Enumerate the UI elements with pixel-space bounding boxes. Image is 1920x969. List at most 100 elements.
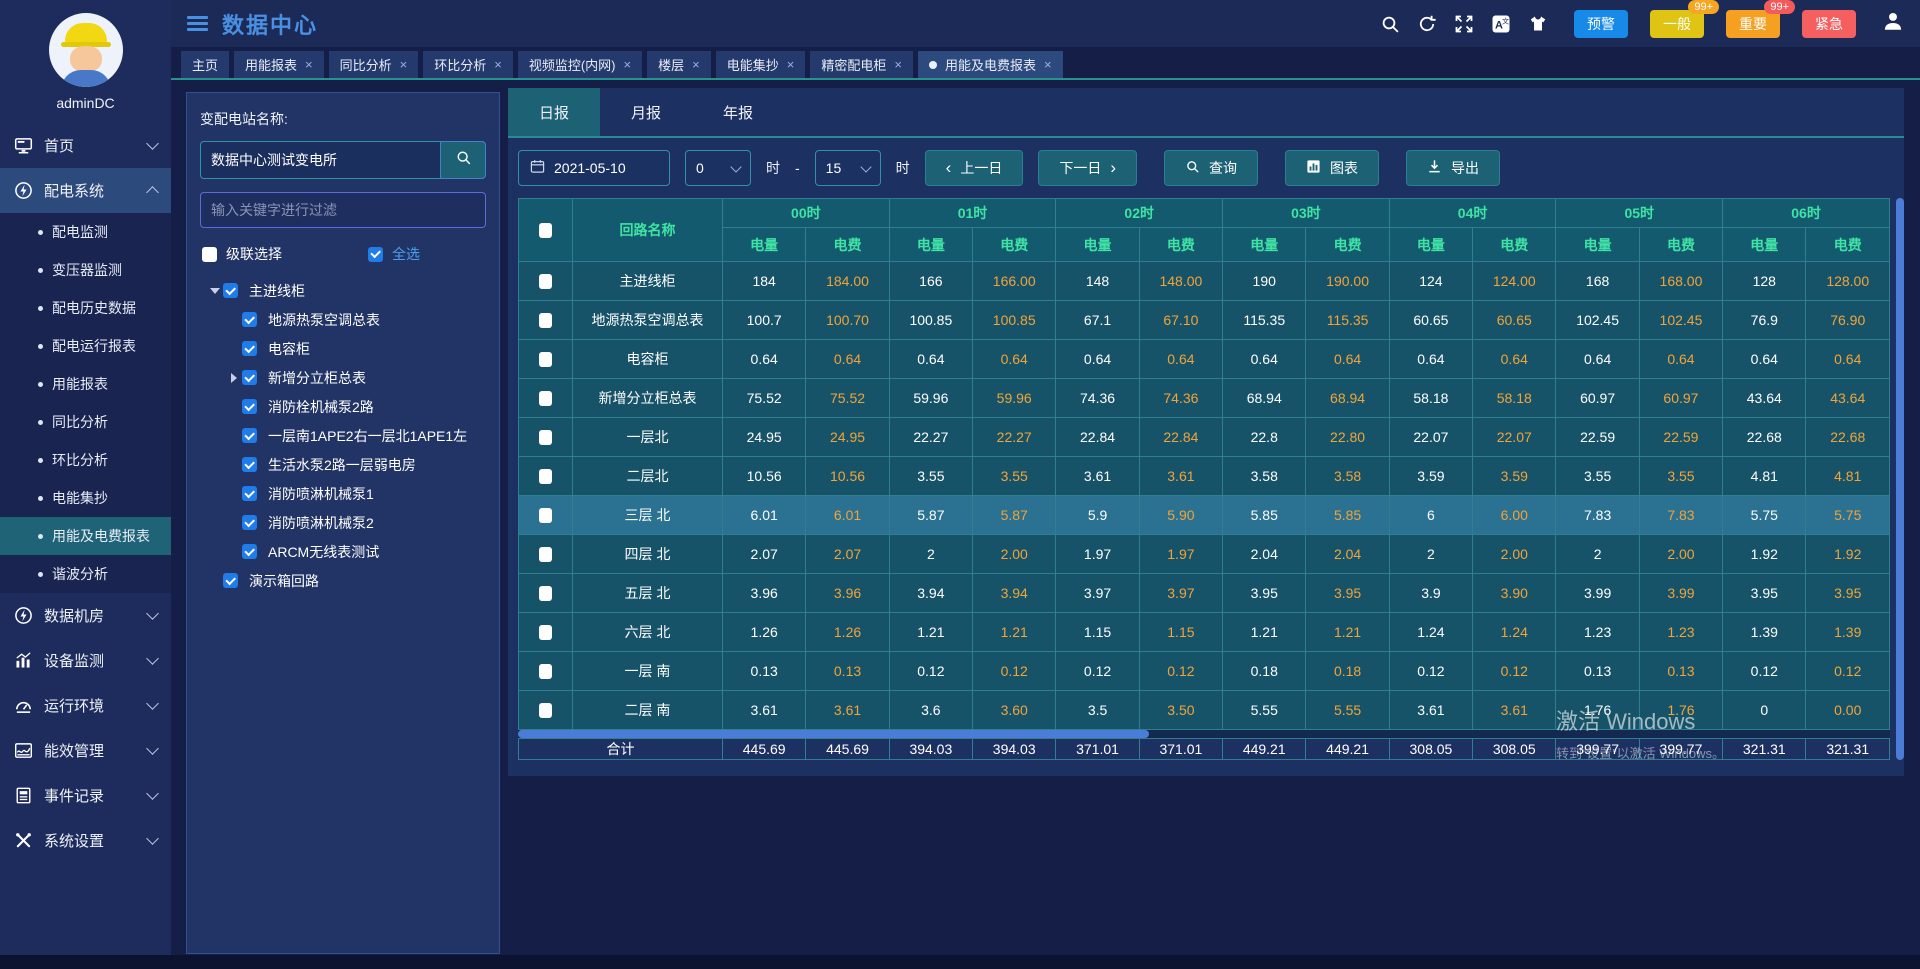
tab-close-icon[interactable]: × [305,58,313,71]
fullscreen-icon[interactable] [1454,14,1474,34]
sidebar-item-运行环境[interactable]: 运行环境 [0,683,171,728]
table-row-三层 北[interactable]: 三层 北6.016.015.875.875.95.905.855.8566.00… [519,496,1890,535]
alarm-button-重要[interactable]: 重要99+ [1726,10,1780,38]
tree-node-新增分立柜总表[interactable]: 新增分立柜总表 [200,363,486,392]
select-all-checkbox[interactable] [368,247,383,262]
tab-主页[interactable]: 主页 [181,51,229,78]
sidebar-subitem-同比分析[interactable]: 同比分析 [0,403,171,441]
tab-用能报表[interactable]: 用能报表× [234,51,324,78]
report-tab-年报[interactable]: 年报 [692,88,784,136]
table-row-电容柜[interactable]: 电容柜0.640.640.640.640.640.640.640.640.640… [519,340,1890,379]
row-checkbox[interactable] [539,469,552,484]
tree-node-电容柜[interactable]: 电容柜 [200,334,486,363]
next-day-button[interactable]: 下一日 › [1038,150,1137,186]
tree-checkbox[interactable] [242,312,257,327]
search-icon[interactable] [1380,14,1400,34]
tree-checkbox[interactable] [242,341,257,356]
refresh-icon[interactable] [1417,14,1437,34]
tree-node-演示箱回路[interactable]: 演示箱回路 [200,566,486,595]
row-checkbox[interactable] [539,352,552,367]
tree-node-一层南1APE2右一层北1APE1左[interactable]: 一层南1APE2右一层北1APE1左 [200,421,486,450]
sidebar-subitem-电能集抄[interactable]: 电能集抄 [0,479,171,517]
alarm-button-紧急[interactable]: 紧急 [1802,10,1856,38]
sidebar-subitem-变压器监测[interactable]: 变压器监测 [0,251,171,289]
tree-checkbox[interactable] [242,428,257,443]
sidebar-item-首页[interactable]: 首页 [0,123,171,168]
report-tab-月报[interactable]: 月报 [600,88,692,136]
tab-精密配电柜[interactable]: 精密配电柜× [810,51,913,78]
station-search-button[interactable] [440,141,486,179]
tree-node-消防栓机械泵2路[interactable]: 消防栓机械泵2路 [200,392,486,421]
table-row-一层北[interactable]: 一层北24.9524.9522.2722.2722.8422.8422.822.… [519,418,1890,457]
sidebar-subitem-环比分析[interactable]: 环比分析 [0,441,171,479]
date-picker[interactable]: 2021-05-10 [518,150,670,186]
horizontal-scrollbar-thumb[interactable] [518,730,1149,738]
chart-button[interactable]: 图表 [1285,150,1379,186]
table-row-一层 南[interactable]: 一层 南0.130.130.120.120.120.120.180.180.12… [519,652,1890,691]
tree-checkbox[interactable] [242,486,257,501]
cascade-checkbox[interactable] [202,247,217,262]
sidebar-item-能效管理[interactable]: 能效管理 [0,728,171,773]
row-checkbox[interactable] [539,703,552,718]
tab-同比分析[interactable]: 同比分析× [329,51,419,78]
tree-filter-input[interactable] [200,192,486,228]
caret-closed-icon[interactable] [225,372,242,384]
tree-node-地源热泵空调总表[interactable]: 地源热泵空调总表 [200,305,486,334]
row-checkbox[interactable] [539,430,552,445]
tree-node-ARCM无线表测试[interactable]: ARCM无线表测试 [200,537,486,566]
tree-checkbox[interactable] [242,399,257,414]
theme-icon[interactable] [1528,14,1548,34]
row-checkbox[interactable] [539,391,552,406]
row-checkbox[interactable] [539,274,552,289]
tab-close-icon[interactable]: × [494,58,502,71]
tab-close-icon[interactable]: × [1044,58,1052,71]
row-checkbox[interactable] [539,586,552,601]
tree-node-生活水泵2路一层弱电房[interactable]: 生活水泵2路一层弱电房 [200,450,486,479]
tab-电能集抄[interactable]: 电能集抄× [716,51,806,78]
horizontal-scrollbar[interactable] [518,730,1890,738]
sidebar-item-配电系统[interactable]: 配电系统 [0,168,171,213]
table-row-五层 北[interactable]: 五层 北3.963.963.943.943.973.973.953.953.93… [519,574,1890,613]
sidebar-item-事件记录[interactable]: 事件记录 [0,773,171,818]
sidebar-item-系统设置[interactable]: 系统设置 [0,818,171,863]
tree-node-消防喷淋机械泵1[interactable]: 消防喷淋机械泵1 [200,479,486,508]
tab-close-icon[interactable]: × [624,58,632,71]
tree-node-主进线柜[interactable]: 主进线柜 [200,276,486,305]
table-row-地源热泵空调总表[interactable]: 地源热泵空调总表100.7100.70100.85100.8567.167.10… [519,301,1890,340]
caret-open-icon[interactable] [206,285,223,297]
sidebar-item-数据机房[interactable]: 数据机房 [0,593,171,638]
table-row-六层 北[interactable]: 六层 北1.261.261.211.211.151.151.211.211.24… [519,613,1890,652]
prev-day-button[interactable]: ‹ 上一日 [925,150,1024,186]
table-row-二层 南[interactable]: 二层 南3.613.613.63.603.53.505.555.553.613.… [519,691,1890,730]
tab-close-icon[interactable]: × [400,58,408,71]
tab-环比分析[interactable]: 环比分析× [423,51,513,78]
tab-close-icon[interactable]: × [894,58,902,71]
tab-楼层[interactable]: 楼层× [647,51,711,78]
tree-checkbox[interactable] [242,515,257,530]
tree-checkbox[interactable] [242,544,257,559]
tab-用能及电费报表[interactable]: 用能及电费报表× [918,51,1063,78]
tree-checkbox[interactable] [242,457,257,472]
tree-checkbox[interactable] [242,370,257,385]
table-row-新增分立柜总表[interactable]: 新增分立柜总表75.5275.5259.9659.9674.3674.3668.… [519,379,1890,418]
sidebar-subitem-用能及电费报表[interactable]: 用能及电费报表 [0,517,171,555]
export-button[interactable]: 导出 [1406,150,1500,186]
alarm-button-预警[interactable]: 预警 [1574,10,1628,38]
tree-checkbox[interactable] [223,573,238,588]
row-checkbox[interactable] [539,508,552,523]
table-row-四层 北[interactable]: 四层 北2.072.0722.001.971.972.042.0422.0022… [519,535,1890,574]
tree-checkbox[interactable] [223,283,238,298]
sidebar-subitem-配电运行报表[interactable]: 配电运行报表 [0,327,171,365]
tree-node-消防喷淋机械泵2[interactable]: 消防喷淋机械泵2 [200,508,486,537]
sidebar-subitem-用能报表[interactable]: 用能报表 [0,365,171,403]
hour-end-select[interactable]: 15 [815,150,881,186]
row-checkbox[interactable] [539,664,552,679]
menu-toggle-icon[interactable] [187,16,208,31]
row-checkbox[interactable] [539,313,552,328]
table-row-二层北[interactable]: 二层北10.5610.563.553.553.613.613.583.583.5… [519,457,1890,496]
user-icon[interactable] [1882,10,1904,37]
sidebar-subitem-谐波分析[interactable]: 谐波分析 [0,555,171,593]
tab-视频监控(内网)[interactable]: 视频监控(内网)× [518,51,642,78]
query-button[interactable]: 查询 [1164,150,1258,186]
row-checkbox[interactable] [539,625,552,640]
